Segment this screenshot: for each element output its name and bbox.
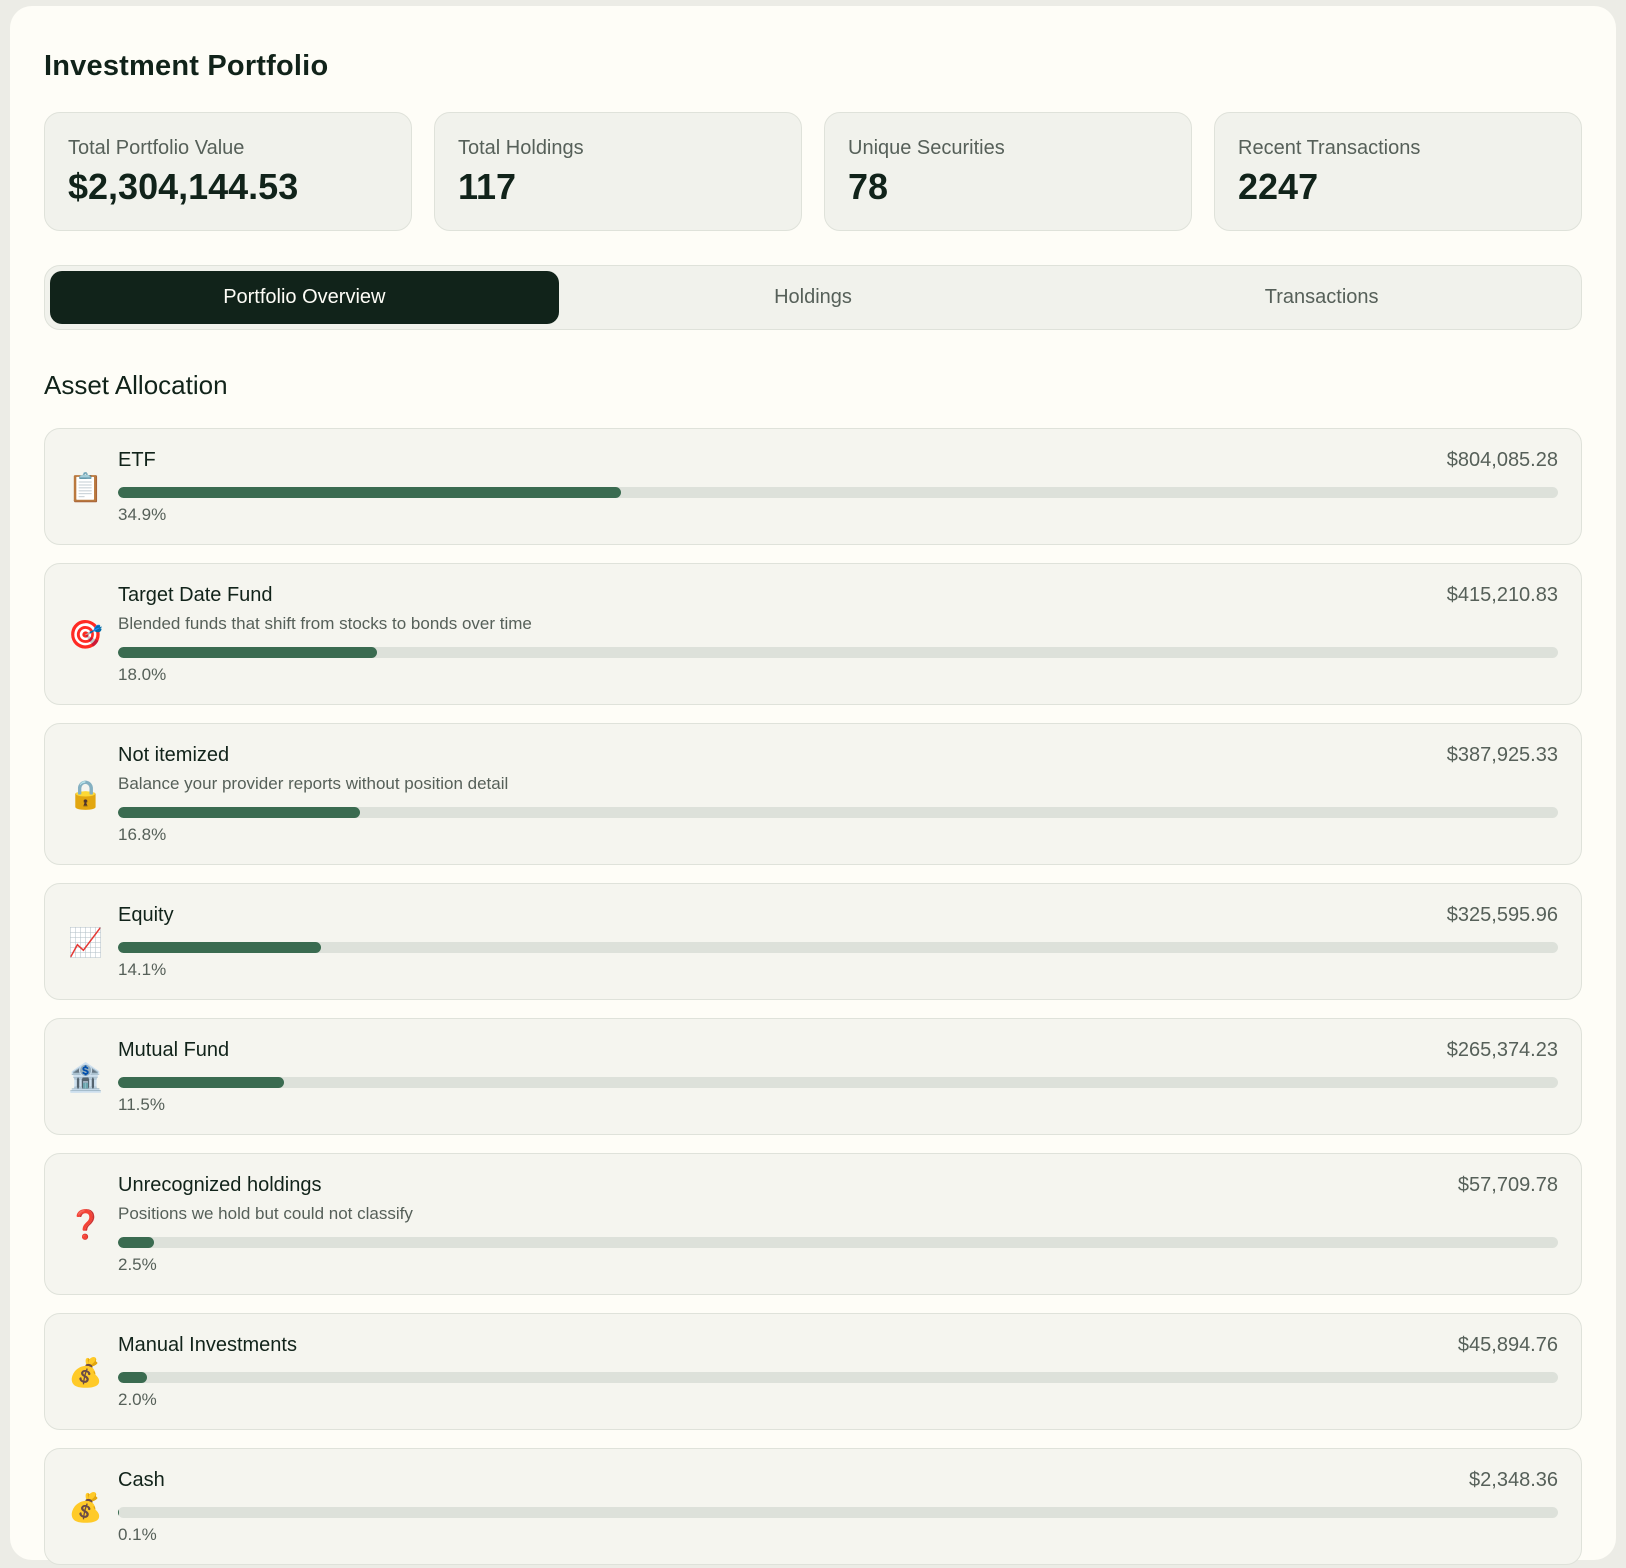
allocation-bar-fill [118, 487, 621, 498]
allocation-description: Blended funds that shift from stocks to … [118, 614, 532, 633]
stats-row: Total Portfolio Value $2,304,144.53 Tota… [44, 112, 1582, 231]
tab-bar: Portfolio Overview Holdings Transactions [44, 265, 1582, 330]
stat-label: Total Portfolio Value [68, 137, 245, 159]
stat-label: Recent Transactions [1238, 137, 1421, 159]
allocation-name: Target Date Fund [118, 584, 273, 606]
allocation-bar [118, 1237, 1558, 1248]
bank-icon: 🏦 [68, 1061, 103, 1093]
clipboard-icon: 📋 [68, 471, 103, 503]
stat-value: $2,304,144.53 [68, 166, 299, 207]
allocation-item-manual-investments: 💰 Manual Investments $45,894.76 2.0% [44, 1313, 1582, 1430]
stat-value: 78 [848, 166, 889, 207]
allocation-bar [118, 1372, 1558, 1383]
allocation-bar [118, 807, 1558, 818]
allocation-amount: $387,925.33 [1446, 744, 1558, 766]
allocation-description: Balance your provider reports without po… [118, 774, 509, 793]
allocation-item-target-date-fund: 🎯 Target Date Fund $415,210.83 Blended f… [44, 563, 1582, 705]
allocation-name: Mutual Fund [118, 1039, 230, 1061]
tab-transactions[interactable]: Transactions [1067, 271, 1576, 324]
stat-card-total-holdings: Total Holdings 117 [434, 112, 802, 231]
stat-card-total-value: Total Portfolio Value $2,304,144.53 [44, 112, 412, 231]
allocation-item-not-itemized: 🔒 Not itemized $387,925.33 Balance your … [44, 723, 1582, 865]
lock-icon: 🔒 [68, 779, 103, 810]
allocation-percent: 14.1% [118, 960, 167, 979]
allocation-amount: $265,374.23 [1446, 1039, 1558, 1061]
allocation-bar-fill [118, 942, 322, 953]
allocation-amount: $45,894.76 [1457, 1334, 1558, 1356]
allocation-bar [118, 1507, 1558, 1518]
allocation-list: 📋 ETF $804,085.28 34.9% 🎯 Target Date Fu… [44, 428, 1582, 1565]
tab-portfolio-overview[interactable]: Portfolio Overview [50, 271, 559, 324]
allocation-bar-fill [118, 1077, 284, 1088]
stat-label: Total Holdings [458, 137, 584, 159]
allocation-bar [118, 942, 1558, 953]
stat-label: Unique Securities [848, 137, 1005, 159]
allocation-name: Unrecognized holdings [118, 1174, 322, 1196]
section-title-asset-allocation: Asset Allocation [44, 370, 228, 400]
allocation-bar [118, 647, 1558, 658]
allocation-percent: 2.0% [118, 1390, 157, 1409]
allocation-item-equity: 📈 Equity $325,595.96 14.1% [44, 883, 1582, 1000]
portfolio-page: Investment Portfolio Total Portfolio Val… [10, 6, 1616, 1565]
page-title: Investment Portfolio [44, 50, 329, 82]
allocation-amount: $2,348.36 [1469, 1469, 1558, 1491]
allocation-bar-fill [118, 1507, 120, 1518]
allocation-bar [118, 1077, 1558, 1088]
allocation-bar-fill [118, 807, 360, 818]
allocation-name: ETF [118, 449, 156, 471]
money-bag-icon: 💰 [68, 1356, 103, 1388]
allocation-description: Positions we hold but could not classify [118, 1204, 413, 1223]
stat-card-recent-transactions: Recent Transactions 2247 [1214, 112, 1582, 231]
stat-card-unique-securities: Unique Securities 78 [824, 112, 1192, 231]
allocation-item-mutual-fund: 🏦 Mutual Fund $265,374.23 11.5% [44, 1018, 1582, 1135]
allocation-percent: 18.0% [118, 665, 167, 684]
target-icon: 🎯 [68, 619, 103, 650]
allocation-name: Cash [118, 1469, 165, 1491]
allocation-bar [118, 487, 1558, 498]
allocation-name: Not itemized [118, 744, 230, 766]
allocation-percent: 0.1% [118, 1525, 157, 1544]
allocation-name: Manual Investments [118, 1334, 297, 1356]
allocation-percent: 34.9% [118, 505, 167, 524]
allocation-percent: 11.5% [118, 1095, 165, 1114]
tab-holdings[interactable]: Holdings [559, 271, 1068, 324]
allocation-amount: $415,210.83 [1446, 584, 1558, 606]
allocation-item-etf: 📋 ETF $804,085.28 34.9% [44, 428, 1582, 545]
allocation-item-unrecognized-holdings: ❓ Unrecognized holdings $57,709.78 Posit… [44, 1153, 1582, 1295]
allocation-amount: $325,595.96 [1446, 904, 1558, 926]
stat-value: 117 [458, 166, 517, 207]
allocation-name: Equity [118, 904, 174, 926]
allocation-item-cash: 💰 Cash $2,348.36 0.1% [44, 1448, 1582, 1565]
money-bag-icon: 💰 [68, 1491, 103, 1523]
chart-increasing-icon: 📈 [68, 926, 103, 958]
allocation-bar-fill [118, 1372, 147, 1383]
allocation-amount: $57,709.78 [1457, 1174, 1558, 1196]
stat-value: 2247 [1238, 166, 1319, 207]
allocation-percent: 2.5% [118, 1255, 157, 1274]
allocation-bar-fill [118, 647, 378, 658]
allocation-percent: 16.8% [118, 825, 167, 844]
allocation-bar-fill [118, 1237, 154, 1248]
allocation-amount: $804,085.28 [1446, 449, 1558, 471]
question-mark-icon: ❓ [68, 1209, 103, 1240]
